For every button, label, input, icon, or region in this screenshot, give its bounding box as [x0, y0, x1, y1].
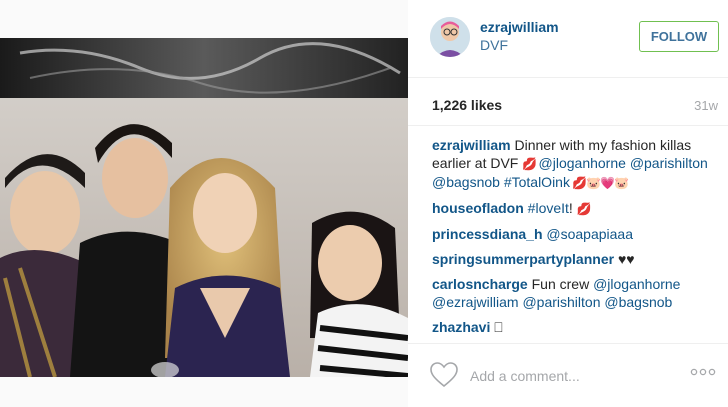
comment-mention-link[interactable]: #TotalOink: [504, 174, 570, 190]
comment-username[interactable]: carlosncharge: [432, 276, 528, 292]
comment-mention-link[interactable]: @parishilton: [630, 155, 708, 171]
comment-username[interactable]: springsummerpartyplanner: [432, 251, 614, 267]
post-photo-illustration: [0, 38, 408, 377]
comment-username[interactable]: zhazhavi: [432, 319, 490, 335]
comment-emoji: 💋: [576, 202, 592, 216]
post-details-pane: ezrajwilliam DVF FOLLOW 1,226 likes 31w …: [408, 0, 728, 407]
comment-mention-link[interactable]: @bagsnob: [432, 174, 500, 190]
photo-pane: [0, 0, 408, 407]
post-username[interactable]: ezrajwilliam: [480, 19, 559, 35]
likes-count[interactable]: 1,226 likes: [432, 97, 502, 113]
comments-list: ezrajwilliam Dinner with my fashion kill…: [432, 136, 722, 341]
more-options-icon[interactable]: [690, 368, 716, 376]
heart-outline-icon[interactable]: [430, 362, 458, 388]
comment-item: houseofladon #loveIt! 💋: [432, 199, 722, 218]
comment-emoji: 💋: [522, 157, 539, 171]
follow-button[interactable]: FOLLOW: [639, 21, 719, 52]
comment-text: !: [568, 200, 577, 216]
comment-mention-link[interactable]: @jloganhorne: [539, 155, 626, 171]
comment-text: Fun crew: [527, 276, 594, 292]
avatar[interactable]: [430, 17, 470, 57]
add-comment-row: Add a comment...: [408, 343, 728, 407]
likes-row: 1,226 likes 31w: [408, 78, 728, 126]
comment-text: ♥♥: [614, 251, 635, 267]
post-photo[interactable]: [0, 38, 408, 377]
comment-username[interactable]: houseofladon: [432, 200, 524, 216]
avatar-image: [430, 17, 470, 57]
comment-mention-link[interactable]: @parishilton: [522, 294, 600, 310]
comment-username[interactable]: ezrajwilliam: [432, 137, 511, 153]
comment-mention-link[interactable]: @soapapiaaa: [546, 226, 633, 242]
comment-item: carlosncharge Fun crew @jloganhorne @ezr…: [432, 275, 722, 311]
comment-text: ⎕: [490, 319, 503, 335]
comment-item: princessdiana_h @soapapiaaa: [432, 225, 722, 243]
post-location[interactable]: DVF: [480, 37, 508, 53]
comment-item: springsummerpartyplanner ♥♥: [432, 250, 722, 268]
add-comment-input[interactable]: Add a comment...: [470, 368, 580, 384]
comment-username[interactable]: princessdiana_h: [432, 226, 543, 242]
comment-mention-link[interactable]: #loveIt: [528, 200, 569, 216]
comment-item: ezrajwilliam Dinner with my fashion kill…: [432, 136, 722, 192]
comment-emoji: 💋🐷💗🐷: [569, 176, 629, 190]
comment-item: zhazhavi ⎕: [432, 318, 722, 336]
post-header: ezrajwilliam DVF FOLLOW: [408, 0, 728, 78]
comment-mention-link[interactable]: @jloganhorne: [593, 276, 680, 292]
comment-mention-link[interactable]: @bagsnob: [604, 294, 672, 310]
post-timestamp[interactable]: 31w: [694, 98, 718, 113]
comment-mention-link[interactable]: @ezrajwilliam: [432, 294, 519, 310]
